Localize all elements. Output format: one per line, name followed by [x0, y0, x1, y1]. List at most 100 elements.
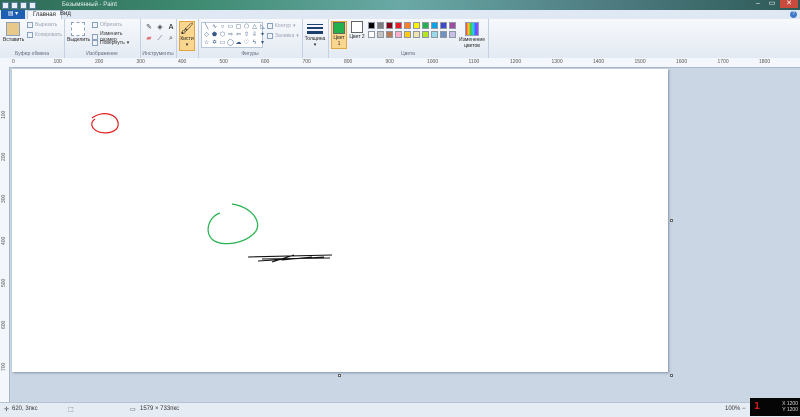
palette-swatch[interactable] [386, 22, 393, 29]
color-palette [368, 22, 456, 38]
palette-swatch[interactable] [377, 31, 384, 38]
cut-button[interactable]: Вырезать [27, 22, 57, 28]
triangle-shape-icon[interactable]: △ [251, 24, 258, 31]
fill-button[interactable]: Заливка ▾ [267, 33, 299, 39]
pentagon-shape-icon[interactable]: ⬟ [211, 32, 218, 39]
rotate-button[interactable]: Повернуть ▾ [92, 40, 129, 46]
close-button[interactable]: ✕ [780, 0, 798, 8]
rectangle-shape-icon[interactable]: ▭ [227, 24, 234, 31]
fill-label: Заливка [275, 33, 295, 39]
diamond-shape-icon[interactable]: ◇ [203, 32, 210, 39]
ruler-tick-label: 1200 [510, 59, 522, 65]
star4-shape-icon[interactable]: ✦ [259, 32, 266, 39]
paste-button[interactable]: Вставить [3, 22, 24, 43]
canvas-size-icon: ▭ [130, 407, 136, 413]
arrow-right-shape-icon[interactable]: ⇨ [227, 32, 234, 39]
color2-swatch [351, 21, 363, 33]
callout-rect-shape-icon[interactable]: ▭ [219, 40, 226, 47]
eraser-icon[interactable]: ▰ [145, 35, 153, 43]
color1-button[interactable]: Цвет 1 [331, 21, 347, 49]
arrow-up-shape-icon[interactable]: ⇧ [243, 32, 250, 39]
ruler-tick-label: 600 [1, 320, 7, 329]
copy-button[interactable]: Копировать [27, 32, 62, 38]
palette-swatch[interactable] [395, 31, 402, 38]
arrow-left-shape-icon[interactable]: ⇦ [235, 32, 242, 39]
line-shape-icon[interactable]: ╲ [203, 24, 210, 31]
paint-app-icon[interactable] [2, 1, 9, 9]
ruler-tick-label: 400 [1, 236, 7, 245]
redo-icon[interactable] [29, 1, 36, 9]
pencil-icon[interactable]: ✎ [145, 24, 153, 32]
edit-colors-button[interactable]: Изменение цветов [458, 22, 486, 49]
lightning-shape-icon[interactable]: ϟ [251, 40, 258, 47]
oval-shape-icon[interactable]: ○ [219, 24, 226, 31]
palette-swatch[interactable] [422, 31, 429, 38]
undo-icon[interactable] [20, 1, 27, 9]
more-shapes-icon[interactable]: ▾ [259, 40, 266, 47]
magnifier-icon[interactable]: ⌕ [167, 35, 175, 43]
outline-button[interactable]: Контур ▾ [267, 23, 296, 29]
minimize-button[interactable]: – [752, 0, 764, 8]
group-clipboard: Вставить Вырезать Копировать Буфер обмен… [0, 19, 65, 58]
resize-handle-corner[interactable] [670, 374, 673, 377]
star6-shape-icon[interactable]: ✡ [211, 40, 218, 47]
ruler-tick-label: 900 [385, 59, 394, 65]
cursor-position: 620, 3пкс [12, 406, 38, 412]
outline-icon [267, 23, 273, 29]
star5-shape-icon[interactable]: ☆ [203, 40, 210, 47]
horizontal-ruler: 0 100 200 300 400 500 600 700 800 900 1000 1100 1200… [0, 58, 800, 68]
rounded-rect-shape-icon[interactable]: ▢ [235, 24, 242, 31]
size-button[interactable]: Толщина ▾ [304, 22, 326, 48]
callout-oval-shape-icon[interactable]: ◯ [227, 40, 234, 47]
text-icon[interactable]: A [167, 24, 175, 32]
palette-swatch[interactable] [377, 22, 384, 29]
palette-swatch[interactable] [368, 22, 375, 29]
resize-handle-bottom[interactable] [338, 374, 341, 377]
help-icon[interactable]: ? [790, 11, 797, 18]
drawing-canvas[interactable] [12, 69, 673, 377]
palette-swatch[interactable] [404, 31, 411, 38]
file-menu-button[interactable]: ▤ ▾ [1, 10, 25, 19]
color2-button[interactable]: Цвет 2 [349, 21, 365, 49]
ruler-tick-label: 0 [12, 59, 15, 65]
tab-view[interactable]: Вид [55, 10, 76, 19]
palette-swatch[interactable] [440, 22, 447, 29]
palette-swatch[interactable] [449, 22, 456, 29]
right-triangle-shape-icon[interactable]: ◺ [259, 24, 266, 31]
palette-swatch[interactable] [404, 22, 411, 29]
brushes-button[interactable]: 🖌 Кисти ▾ [179, 21, 195, 51]
palette-swatch[interactable] [422, 22, 429, 29]
select-rectangle-icon [71, 22, 85, 36]
fill-bucket-icon[interactable]: ◈ [156, 24, 164, 32]
group-shapes: ╲ ∿ ○ ▭ ▢ ⬠ △ ◺ ◇ ⬟ ⬡ ⇨ ⇦ ⇧ ⇩ ✦ ☆ ✡ ▭ ◯ … [198, 19, 303, 58]
palette-swatch[interactable] [440, 31, 447, 38]
canvas-drawing [91, 113, 333, 263]
palette-swatch[interactable] [413, 31, 420, 38]
tray-number: 1 [754, 401, 761, 412]
palette-swatch[interactable] [386, 31, 393, 38]
palette-swatch[interactable] [449, 31, 456, 38]
maximize-button[interactable]: ▭ [766, 0, 778, 8]
chevron-down-icon: ▾ [126, 40, 130, 46]
crop-button[interactable]: Обрезать [92, 22, 122, 28]
copy-label: Копировать [35, 32, 62, 38]
hexagon-shape-icon[interactable]: ⬡ [219, 32, 226, 39]
palette-swatch[interactable] [431, 22, 438, 29]
arrow-down-shape-icon[interactable]: ⇩ [251, 32, 258, 39]
select-button[interactable]: Выделить [67, 22, 90, 43]
resize-handle-right[interactable] [670, 219, 673, 222]
palette-swatch[interactable] [431, 31, 438, 38]
color-picker-icon[interactable]: ⟋ [156, 35, 164, 43]
zoom-out-button[interactable]: − [742, 406, 746, 412]
polygon-shape-icon[interactable]: ⬠ [243, 24, 250, 31]
palette-swatch[interactable] [368, 31, 375, 38]
color1-label: Цвет 1 [333, 35, 345, 47]
cloud-shape-icon[interactable]: ☁ [235, 40, 242, 47]
curve-shape-icon[interactable]: ∿ [211, 24, 218, 31]
palette-swatch[interactable] [413, 22, 420, 29]
colors-group-label: Цвета [401, 51, 415, 57]
palette-swatch[interactable] [395, 22, 402, 29]
save-icon[interactable] [11, 1, 18, 9]
shapes-gallery[interactable]: ╲ ∿ ○ ▭ ▢ ⬠ △ ◺ ◇ ⬟ ⬡ ⇨ ⇦ ⇧ ⇩ ✦ ☆ ✡ ▭ ◯ … [201, 22, 266, 48]
heart-shape-icon[interactable]: ♡ [243, 40, 250, 47]
